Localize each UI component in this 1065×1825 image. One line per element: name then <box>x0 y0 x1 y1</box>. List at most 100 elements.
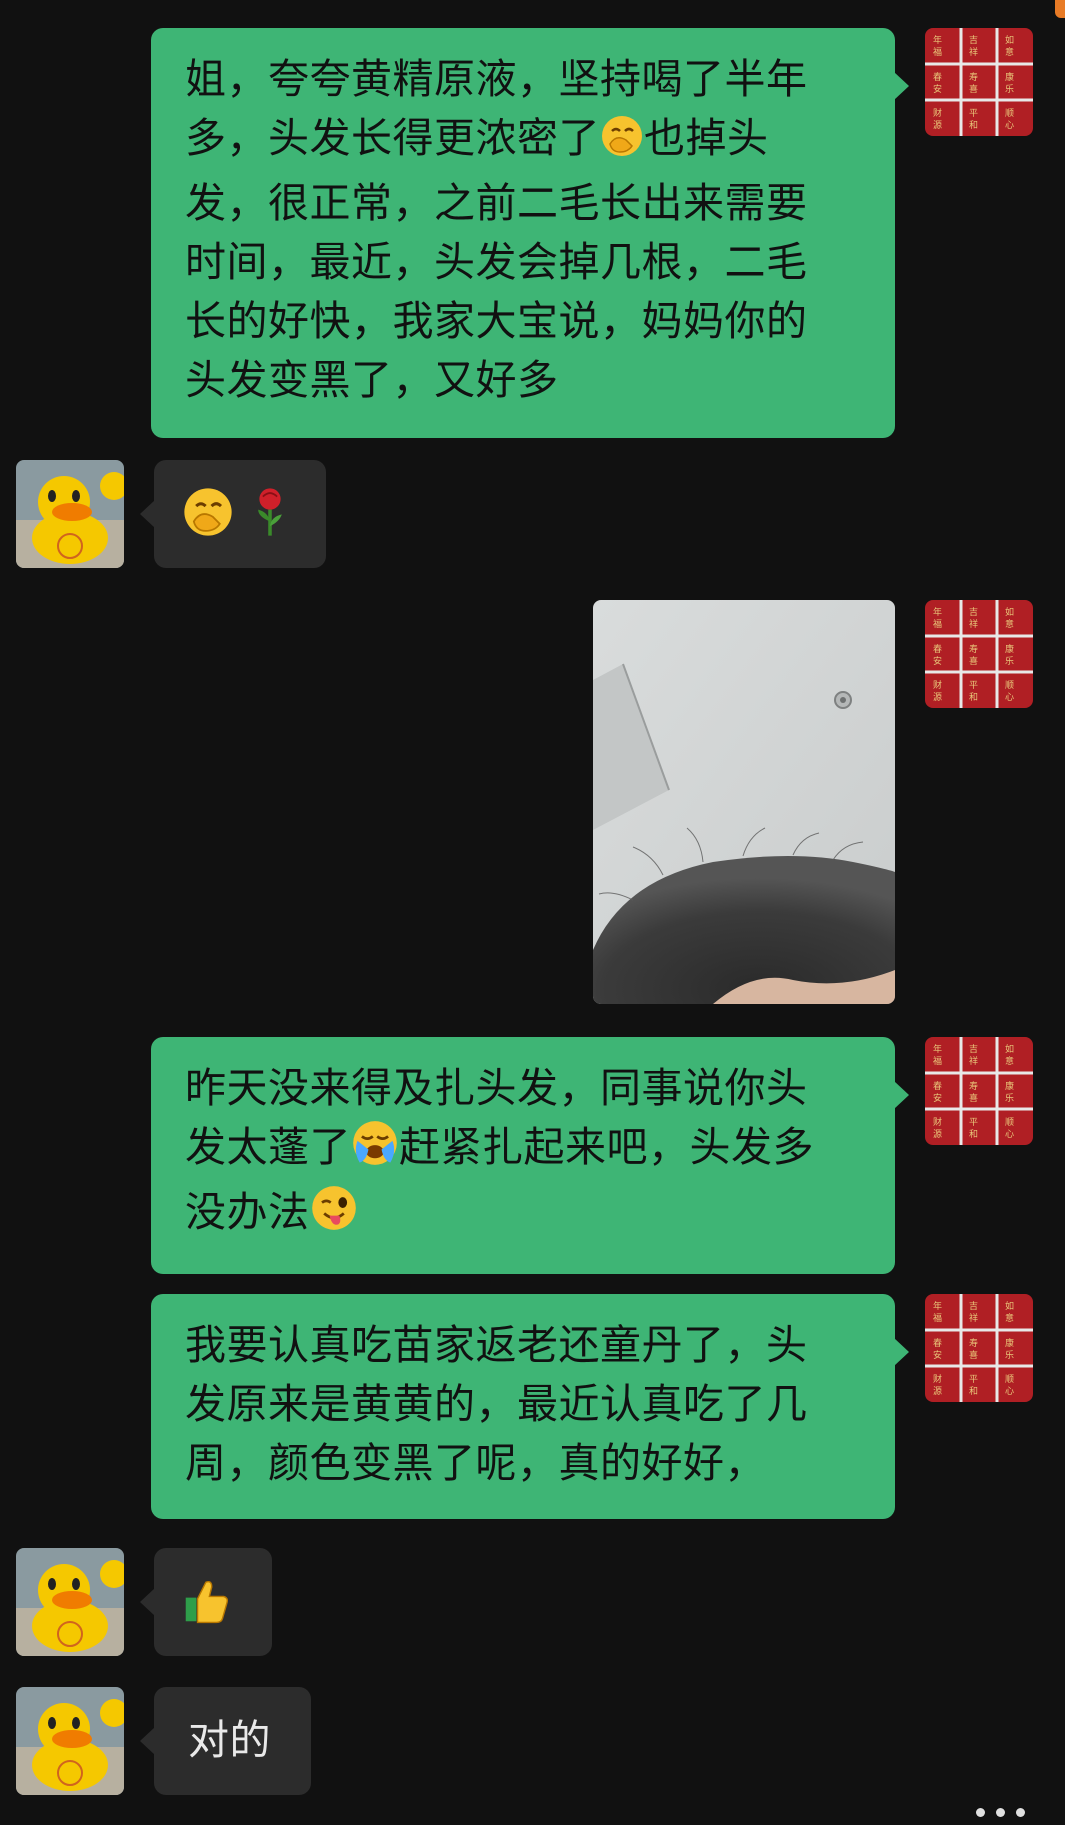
winking-face-with-tongue-icon <box>310 1184 358 1248</box>
svg-text:财: 财 <box>933 679 942 691</box>
svg-text:心: 心 <box>1005 1129 1014 1140</box>
svg-text:喜: 喜 <box>969 1092 978 1104</box>
page-dot <box>1016 1808 1025 1817</box>
svg-text:财: 财 <box>933 107 942 119</box>
svg-text:安: 安 <box>933 1349 942 1361</box>
message-bubble-other[interactable] <box>140 460 326 568</box>
svg-text:源: 源 <box>933 1129 942 1140</box>
other-avatar[interactable] <box>16 460 124 568</box>
corner-marker <box>1055 0 1065 18</box>
message-line: 头发变黑了，又好多 <box>185 356 559 404</box>
svg-text:乐: 乐 <box>1005 1349 1014 1361</box>
svg-text:心: 心 <box>1005 1386 1014 1397</box>
svg-text:吉: 吉 <box>969 1301 978 1312</box>
svg-text:安: 安 <box>933 1092 942 1104</box>
message-text: 没办法 <box>185 1188 310 1236</box>
self-avatar[interactable]: 年福 吉祥 如意 春安 寿喜 康乐 财源 平和 顺心 <box>925 1037 1033 1145</box>
message-line: 我要认真吃苗家返老还童丹了，头 <box>185 1321 808 1369</box>
svg-text:如: 如 <box>1005 606 1014 618</box>
rose-icon <box>248 486 292 554</box>
svg-text:福: 福 <box>933 1312 942 1324</box>
svg-text:财: 财 <box>933 1116 942 1128</box>
svg-text:喜: 喜 <box>969 83 978 95</box>
svg-text:春: 春 <box>933 1337 942 1349</box>
page-dot <box>975 1808 985 1817</box>
message-text: 多，头发长得更浓密了 <box>185 114 600 162</box>
self-avatar[interactable]: 年福 吉祥 如意 春安 寿喜 康乐 财源 平和 顺心 <box>925 600 1033 708</box>
svg-text:意: 意 <box>1005 1312 1014 1324</box>
self-avatar[interactable]: 年福 吉祥 如意 春安 寿喜 康乐 财源 平和 顺心 <box>925 1294 1033 1402</box>
svg-text:顺: 顺 <box>1005 680 1014 691</box>
svg-text:年: 年 <box>933 1043 942 1055</box>
svg-text:和: 和 <box>969 692 978 703</box>
svg-text:安: 安 <box>933 83 942 95</box>
svg-text:年: 年 <box>933 606 942 618</box>
svg-text:吉: 吉 <box>969 607 978 618</box>
message-text: 也掉头 <box>644 114 769 162</box>
svg-text:意: 意 <box>1005 618 1014 630</box>
message-line: 时间，最近，头发会掉几根，二毛 <box>185 238 808 286</box>
message-line: 姐，夸夸黄精原液，坚持喝了半年 <box>185 55 808 103</box>
svg-text:顺: 顺 <box>1005 1117 1014 1128</box>
svg-text:如: 如 <box>1005 1300 1014 1312</box>
svg-text:和: 和 <box>969 1129 978 1140</box>
svg-text:春: 春 <box>933 1080 942 1092</box>
message-bubble-other[interactable]: 对的 <box>140 1687 311 1795</box>
message-line: 发太蓬了 赶紧扎起来吧，头发多 <box>185 1118 865 1183</box>
svg-text:心: 心 <box>1005 692 1014 703</box>
svg-text:祥: 祥 <box>969 46 978 58</box>
chat-conversation: 年福 吉祥 如意 春安 寿喜 康乐 财源 平和 顺心 姐，夸夸黄精原液，坚持喝了… <box>0 0 1065 1825</box>
svg-text:平: 平 <box>969 1117 978 1128</box>
svg-text:祥: 祥 <box>969 618 978 630</box>
message-text: 赶紧扎起来吧，头发多 <box>399 1123 814 1171</box>
svg-text:福: 福 <box>933 46 942 58</box>
svg-text:和: 和 <box>969 1386 978 1397</box>
loudly-crying-face-icon <box>351 1119 399 1183</box>
other-avatar[interactable] <box>16 1687 124 1795</box>
svg-text:吉: 吉 <box>969 1044 978 1055</box>
svg-text:平: 平 <box>969 108 978 119</box>
svg-text:如: 如 <box>1005 1043 1014 1055</box>
message-bubble-self[interactable]: 姐，夸夸黄精原液，坚持喝了半年 多，头发长得更浓密了 也掉头 发，很正常，之前二毛… <box>151 28 909 438</box>
page-indicator <box>970 1802 1025 1821</box>
message-line: 昨天没来得及扎头发，同事说你头 <box>185 1064 808 1112</box>
svg-text:祥: 祥 <box>969 1312 978 1324</box>
thumbs-up-icon <box>181 1574 233 1642</box>
svg-text:福: 福 <box>933 618 942 630</box>
self-avatar[interactable]: 年福 吉祥 如意 春安 寿喜 康乐 财源 平和 顺心 <box>925 28 1033 136</box>
svg-text:寿: 寿 <box>969 1337 978 1349</box>
svg-text:乐: 乐 <box>1005 83 1014 95</box>
svg-text:寿: 寿 <box>969 71 978 83</box>
svg-text:年: 年 <box>933 1300 942 1312</box>
svg-text:和: 和 <box>969 120 978 131</box>
face-with-hand-over-mouth-icon <box>182 486 234 554</box>
other-avatar[interactable] <box>16 1548 124 1656</box>
svg-text:安: 安 <box>933 655 942 667</box>
svg-text:乐: 乐 <box>1005 655 1014 667</box>
message-line: 周，颜色变黑了呢，真的好好， <box>185 1439 766 1487</box>
svg-text:顺: 顺 <box>1005 108 1014 119</box>
svg-text:寿: 寿 <box>969 1080 978 1092</box>
svg-text:意: 意 <box>1005 46 1014 58</box>
svg-text:源: 源 <box>933 692 942 703</box>
svg-text:源: 源 <box>933 120 942 131</box>
hairline-photo[interactable] <box>593 600 895 1004</box>
message-bubble-self[interactable]: 昨天没来得及扎头发，同事说你头 发太蓬了 赶紧扎起来吧，头发多 没办法 <box>151 1037 909 1274</box>
svg-text:春: 春 <box>933 71 942 83</box>
svg-text:康: 康 <box>1005 643 1014 655</box>
svg-text:康: 康 <box>1005 1080 1014 1092</box>
svg-text:顺: 顺 <box>1005 1374 1014 1385</box>
message-bubble-other[interactable] <box>140 1548 272 1656</box>
message-text: 对的 <box>188 1716 271 1764</box>
svg-text:吉: 吉 <box>969 35 978 46</box>
svg-text:祥: 祥 <box>969 1055 978 1067</box>
message-line: 发，很正常，之前二毛长出来需要 <box>185 179 808 227</box>
message-bubble-self[interactable]: 我要认真吃苗家返老还童丹了，头 发原来是黄黄的，最近认真吃了几 周，颜色变黑了呢… <box>151 1294 909 1519</box>
svg-text:乐: 乐 <box>1005 1092 1014 1104</box>
message-line: 多，头发长得更浓密了 也掉头 <box>185 109 865 174</box>
svg-text:康: 康 <box>1005 1337 1014 1349</box>
message-text: 发太蓬了 <box>185 1123 351 1171</box>
svg-text:喜: 喜 <box>969 1349 978 1361</box>
svg-text:年: 年 <box>933 34 942 46</box>
svg-text:心: 心 <box>1005 120 1014 131</box>
